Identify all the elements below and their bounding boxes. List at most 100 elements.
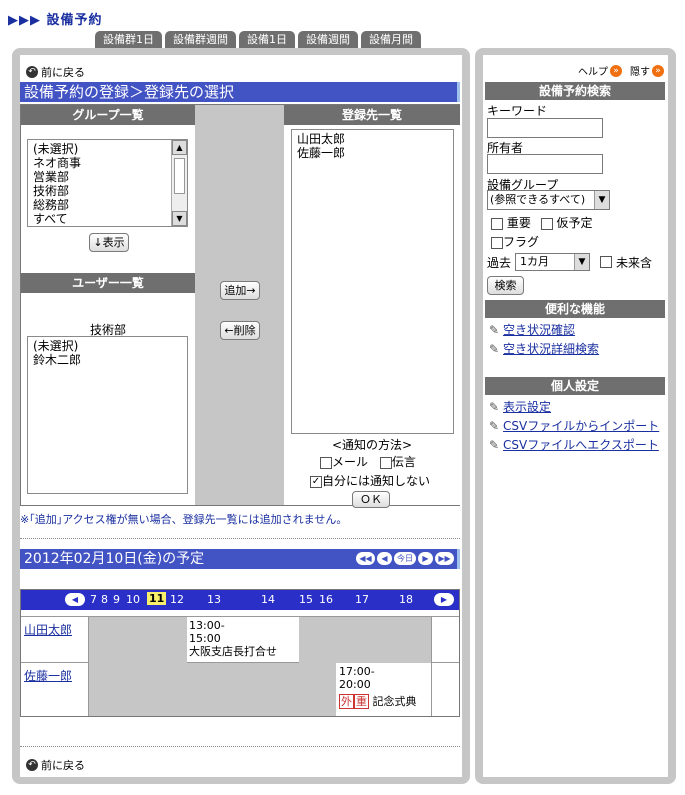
side-content: ヘルプ » 隠す » 設備予約検索 キーワード 所有者 設備グループ (参照でき… — [483, 55, 668, 777]
time-header: ◀ 7 8 9 10 11 12 13 14 15 16 17 18 ▶ — [21, 590, 459, 610]
availability-detail-link[interactable]: 空き状況詳細検索 — [503, 342, 599, 356]
list-item[interactable]: すべて — [33, 212, 169, 226]
self-notify-checkbox[interactable]: ✓ — [310, 475, 322, 488]
group-list-header: グループ一覧 — [21, 105, 195, 125]
back-arrow-icon: ↶ — [26, 759, 38, 771]
side-tools: ヘルプ » 隠す » — [578, 63, 664, 78]
self-notify-label: 自分には通知しない — [322, 474, 431, 488]
table-row: 山田太郎 13:00- 15:00 大阪支店長打合せ — [21, 616, 459, 663]
remove-button[interactable]: ←削除 — [220, 321, 260, 340]
target-list-header: 登録先一覧 — [284, 105, 460, 125]
hour-label: 10 — [126, 593, 140, 606]
divider — [20, 746, 460, 747]
list-item[interactable]: 佐藤一郎 — [297, 146, 448, 160]
today-button[interactable]: 今日 — [394, 552, 416, 565]
add-button[interactable]: 追加→ — [220, 281, 260, 300]
outside-badge: 外 — [339, 694, 354, 709]
schedule-event[interactable]: 13:00- 15:00 大阪支店長打合せ — [189, 619, 277, 658]
pencil-icon: ✎ — [489, 419, 500, 433]
list-item[interactable]: 総務部 — [33, 198, 169, 212]
filter-row-2: フラグ — [491, 233, 539, 250]
schedule-date: 2012年02月10日(金)の予定 — [24, 551, 205, 567]
tab-bar: 設備群1日 設備群週間 設備1日 設備週間 設備月間 — [95, 31, 421, 48]
help-icon[interactable]: » — [610, 64, 622, 77]
user-listbox[interactable]: (未選択) 鈴木二郎 — [27, 336, 188, 494]
csv-export-link[interactable]: CSVファイルへエクスポート — [503, 438, 659, 452]
scrollbar[interactable]: ▲ ▼ — [171, 140, 187, 226]
hour-label: 9 — [113, 593, 120, 606]
useful-header: 便利な機能 — [485, 300, 665, 318]
prev-week-icon[interactable]: ◀◀ — [356, 552, 375, 565]
back-label: 前に戻る — [41, 66, 85, 79]
tab-group-week[interactable]: 設備群週間 — [165, 31, 236, 48]
mail-checkbox[interactable] — [320, 456, 332, 469]
scroll-down-icon[interactable]: ▼ — [172, 211, 187, 226]
chevron-down-icon[interactable]: ▼ — [594, 191, 609, 209]
scroll-up-icon[interactable]: ▲ — [172, 140, 187, 155]
hide-link[interactable]: 隠す — [630, 63, 650, 78]
tentative-checkbox[interactable] — [540, 217, 553, 230]
search-button[interactable]: 検索 — [487, 276, 524, 295]
list-item[interactable]: (未選択) — [33, 339, 182, 353]
next-week-icon[interactable]: ▶▶ — [435, 552, 454, 565]
pencil-icon: ✎ — [489, 323, 500, 337]
event-name: 記念式典 — [372, 695, 417, 708]
busy-block — [299, 617, 431, 663]
important-checkbox[interactable] — [491, 217, 503, 230]
next-day-icon[interactable]: ▶ — [418, 552, 433, 565]
prev-day-icon[interactable]: ◀ — [377, 552, 392, 565]
row-user-link[interactable]: 山田太郎 — [24, 621, 72, 638]
display-settings-link[interactable]: 表示設定 — [503, 400, 551, 414]
schedule-event-time[interactable]: 17:00- 20:00 — [339, 665, 375, 691]
list-item[interactable]: ネオ商事 — [33, 156, 169, 170]
back-link-bottom[interactable]: ↶ 前に戻る — [26, 757, 85, 773]
tab-group-day[interactable]: 設備群1日 — [95, 31, 162, 48]
tentative-label: 仮予定 — [556, 216, 593, 230]
personal-header: 個人設定 — [485, 377, 665, 395]
flag-checkbox[interactable] — [491, 236, 503, 249]
past-row: 過去 1カ月 ▼ 未来含 — [487, 253, 652, 271]
ok-button[interactable]: ＯＫ — [352, 491, 390, 508]
hour-label: 8 — [101, 593, 108, 606]
scroll-thumb[interactable] — [174, 158, 185, 194]
list-item[interactable]: 山田太郎 — [297, 132, 448, 146]
schedule-grid: ◀ 7 8 9 10 11 12 13 14 15 16 17 18 ▶ 山田太… — [20, 589, 460, 717]
availability-link[interactable]: 空き状況確認 — [503, 323, 575, 337]
list-item[interactable]: 営業部 — [33, 170, 169, 184]
useful-link-row: ✎ 空き状況詳細検索 — [489, 340, 599, 357]
group-select[interactable]: (参照できるすべて) ▼ — [487, 190, 610, 210]
schedule-event[interactable]: 外重 記念式典 — [339, 694, 417, 709]
tab-day[interactable]: 設備1日 — [239, 31, 295, 48]
notify-title: <通知の方法> — [331, 438, 413, 452]
busy-block — [89, 663, 336, 716]
tab-month[interactable]: 設備月間 — [361, 31, 421, 48]
pencil-icon: ✎ — [489, 400, 500, 414]
hide-icon[interactable]: » — [652, 64, 664, 77]
notify-self-row: ✓ 自分には通知しない — [310, 472, 460, 489]
chevron-down-icon[interactable]: ▼ — [574, 254, 590, 270]
back-link[interactable]: ↶ 前に戻る — [26, 64, 85, 80]
past-select-value: 1カ月 — [520, 255, 550, 268]
divider — [20, 538, 460, 539]
keyword-input[interactable] — [487, 118, 603, 138]
next-hours-icon[interactable]: ▶ — [434, 593, 454, 606]
group-listbox[interactable]: (未選択) ネオ商事 営業部 技術部 総務部 すべて ▲ ▼ — [27, 139, 188, 227]
owner-input[interactable] — [487, 154, 603, 174]
help-link[interactable]: ヘルプ — [578, 63, 608, 78]
tab-week[interactable]: 設備週間 — [298, 31, 358, 48]
past-select[interactable]: 1カ月 ▼ — [515, 253, 591, 271]
future-checkbox[interactable] — [600, 256, 613, 268]
show-button[interactable]: ↓表示 — [89, 233, 129, 252]
target-listbox[interactable]: 山田太郎 佐藤一郎 — [291, 129, 454, 434]
selection-area: グループ一覧 (未選択) ネオ商事 営業部 技術部 総務部 すべて ▲ ▼ ↓表… — [20, 104, 460, 508]
message-checkbox[interactable] — [379, 456, 392, 469]
hour-label: 14 — [261, 593, 275, 606]
row-user-link[interactable]: 佐藤一郎 — [24, 667, 72, 684]
list-item[interactable]: 鈴木二郎 — [33, 353, 182, 367]
future-label: 未来含 — [616, 255, 653, 270]
prev-hours-icon[interactable]: ◀ — [65, 593, 85, 606]
list-item[interactable]: 技術部 — [33, 184, 169, 198]
list-item[interactable]: (未選択) — [33, 142, 169, 156]
csv-import-link[interactable]: CSVファイルからインポート — [503, 419, 659, 433]
hour-label: 15 — [299, 593, 313, 606]
